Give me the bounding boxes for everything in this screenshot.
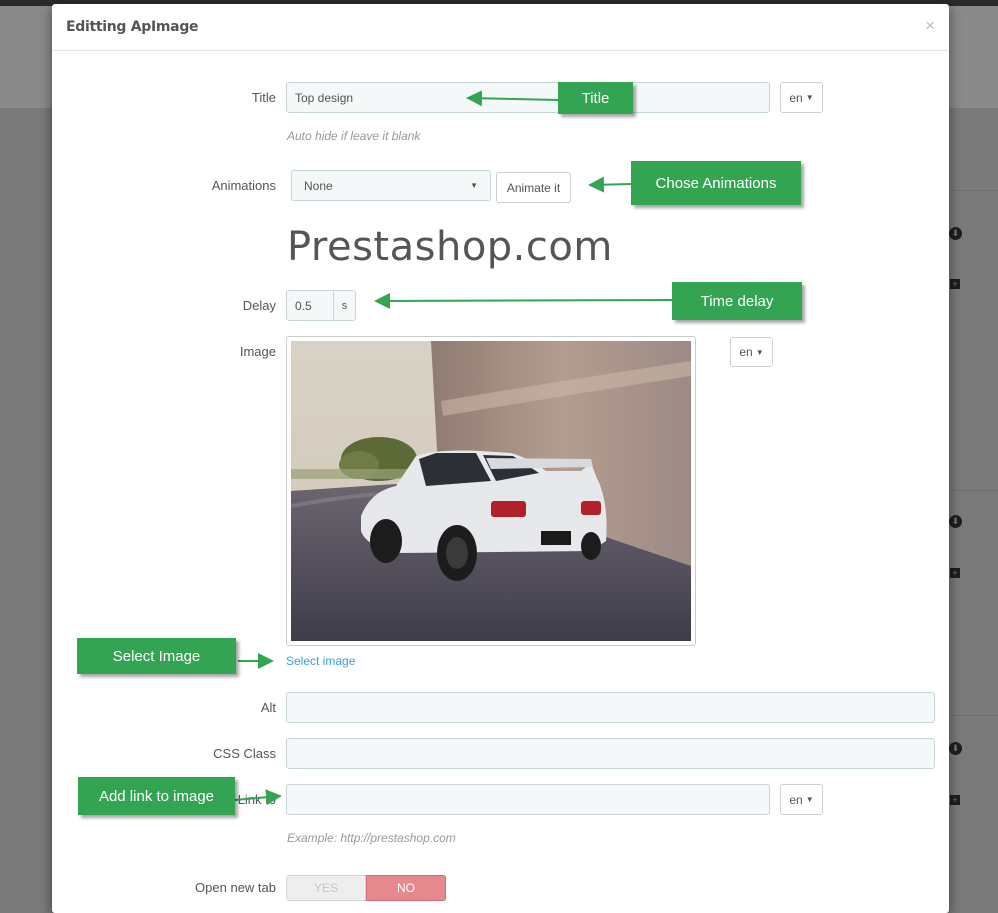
background-plus-icon: +	[950, 568, 960, 578]
image-preview	[286, 336, 696, 646]
background-divider	[950, 490, 998, 491]
select-image-link[interactable]: Select image	[286, 654, 355, 668]
background-chevron-down-icon: ⬇	[949, 742, 962, 755]
title-help-text: Auto hide if leave it blank	[287, 129, 421, 143]
animations-callout: Chose Animations	[631, 161, 801, 205]
animations-select[interactable]: None ▼	[291, 170, 491, 201]
title-callout: Title	[558, 82, 633, 114]
link-language-label: en	[789, 792, 803, 807]
animate-it-button[interactable]: Animate it	[496, 172, 571, 203]
open-new-tab-toggle: YES NO	[286, 875, 446, 901]
delay-input-group: 0.5 s	[286, 290, 356, 321]
delay-input[interactable]: 0.5	[286, 290, 334, 321]
background-chevron-down-icon: ⬇	[949, 515, 962, 528]
background-chevron-down-icon: ⬇	[949, 227, 962, 240]
delay-label: Delay	[242, 298, 276, 313]
background-plus-icon: +	[950, 279, 960, 289]
image-language-dropdown[interactable]: en ▼	[730, 337, 773, 367]
animations-selected-value: None	[304, 178, 333, 193]
image-language-label: en	[739, 345, 753, 359]
css-class-input[interactable]	[286, 738, 935, 769]
delay-callout: Time delay	[672, 282, 802, 320]
car-photo	[291, 341, 691, 641]
alt-input[interactable]	[286, 692, 935, 723]
background-plus-icon: +	[950, 795, 960, 805]
title-language-dropdown[interactable]: en ▼	[780, 82, 823, 113]
toggle-no-option[interactable]: NO	[366, 875, 446, 901]
alt-label: Alt	[260, 700, 276, 715]
link-help-text: Example: http://prestashop.com	[287, 831, 456, 845]
title-language-label: en	[789, 90, 803, 105]
close-icon[interactable]: ×	[925, 16, 935, 36]
css-class-label: CSS Class	[213, 746, 276, 761]
caret-down-icon: ▼	[805, 93, 814, 102]
select-image-callout: Select Image	[77, 638, 236, 674]
animation-preview-text: Prestashop.com	[287, 224, 613, 270]
caret-down-icon: ▼	[755, 347, 764, 357]
modal-title: Editting ApImage	[66, 19, 199, 35]
link-to-input[interactable]	[286, 784, 770, 815]
link-language-dropdown[interactable]: en ▼	[780, 784, 823, 815]
modal-header: Editting ApImage ×	[52, 4, 949, 51]
background-divider	[950, 190, 998, 191]
select-caret-icon: ▼	[470, 181, 478, 190]
background-divider	[950, 715, 998, 716]
title-label: Title	[251, 90, 276, 105]
title-input[interactable]: Top design	[286, 82, 770, 113]
animations-label: Animations	[211, 178, 276, 193]
delay-unit-addon: s	[334, 290, 356, 321]
caret-down-icon: ▼	[805, 795, 814, 804]
open-new-tab-label: Open new tab	[195, 880, 276, 895]
toggle-yes-option[interactable]: YES	[286, 875, 366, 901]
image-label: Image	[239, 344, 276, 359]
add-link-callout: Add link to image	[78, 777, 235, 815]
